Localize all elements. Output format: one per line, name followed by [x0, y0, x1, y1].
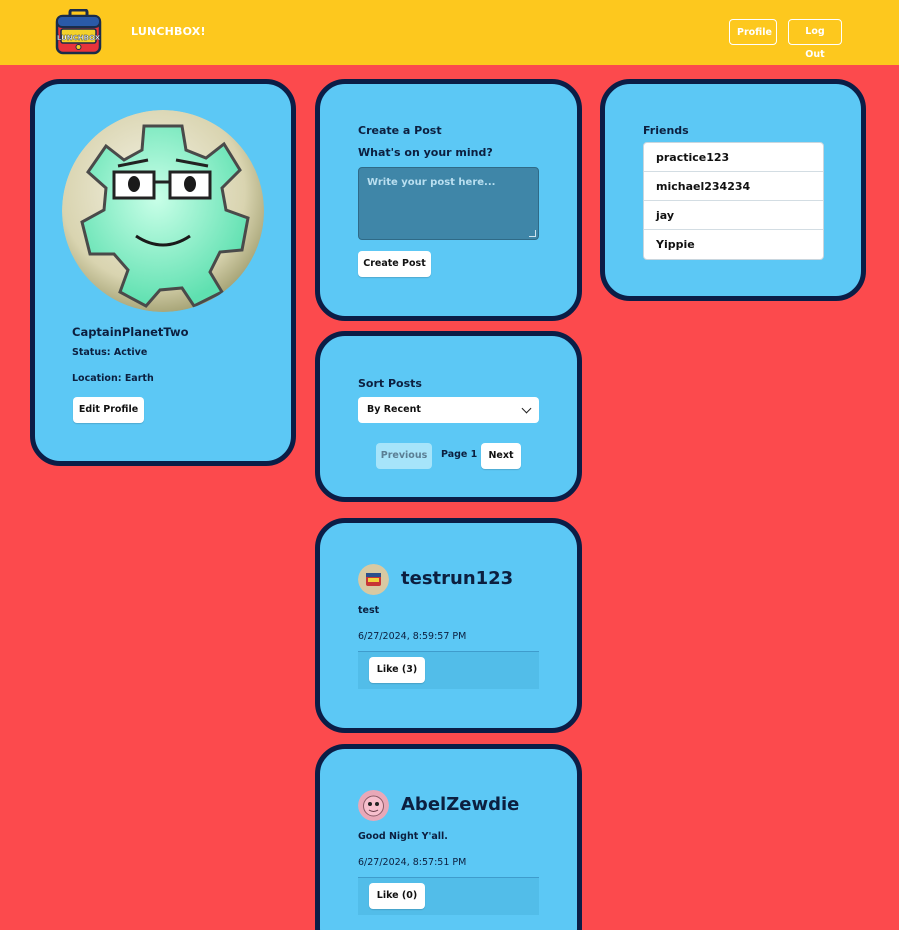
logout-button[interactable]: Log Out [788, 19, 842, 60]
edit-profile-button[interactable]: Edit Profile [73, 397, 144, 423]
friends-title: Friends [643, 124, 689, 137]
sort-select-value: By Recent [367, 404, 421, 415]
lunchbox-logo[interactable]: LUNCHBOX [55, 8, 102, 55]
profile-avatar [62, 110, 264, 312]
sort-select[interactable]: By Recent [358, 397, 539, 423]
next-page-button[interactable]: Next [481, 443, 521, 469]
post-timestamp: 6/27/2024, 8:57:51 PM [358, 857, 467, 868]
profile-button[interactable]: Profile [729, 19, 777, 45]
sort-posts-title: Sort Posts [358, 377, 422, 390]
post-card: testrun123 test 6/27/2024, 8:59:57 PM Li… [315, 518, 582, 733]
sort-posts-card: Sort Posts By Recent Previous Page 1 Nex… [315, 331, 582, 502]
post-avatar[interactable] [358, 564, 389, 595]
profile-card: CaptainPlanetTwo Status: Active Location… [30, 79, 296, 466]
like-button[interactable]: Like (0) [369, 883, 425, 909]
logo-text: LUNCHBOX [57, 34, 101, 42]
post-body: Good Night Y'all. [358, 831, 448, 842]
post-card: AbelZewdie Good Night Y'all. 6/27/2024, … [315, 744, 582, 930]
like-button[interactable]: Like (3) [369, 657, 425, 683]
friends-list: practice123 michael234234 jay Yippie [643, 142, 824, 260]
post-avatar[interactable] [358, 790, 389, 821]
friend-item[interactable]: practice123 [644, 143, 823, 172]
post-actions: Like (0) [358, 877, 539, 915]
profile-status: Status: Active [72, 347, 148, 358]
top-navbar: LUNCHBOX LUNCHBOX! Profile Log Out [0, 0, 899, 65]
friend-item[interactable]: michael234234 [644, 172, 823, 201]
profile-location: Location: Earth [72, 373, 154, 384]
profile-username: CaptainPlanetTwo [72, 325, 189, 339]
create-post-button[interactable]: Create Post [358, 251, 431, 277]
brand-name[interactable]: LUNCHBOX! [131, 25, 206, 38]
post-body: test [358, 605, 380, 616]
resize-handle[interactable] [529, 230, 536, 237]
post-timestamp: 6/27/2024, 8:59:57 PM [358, 631, 467, 642]
post-actions: Like (3) [358, 651, 539, 689]
post-username[interactable]: testrun123 [401, 568, 513, 589]
create-post-title: Create a Post [358, 124, 442, 137]
post-textarea-placeholder: Write your post here... [367, 177, 496, 188]
friend-item[interactable]: jay [644, 201, 823, 230]
create-post-card: Create a Post What's on your mind? Write… [315, 79, 582, 321]
friend-item[interactable]: Yippie [644, 230, 823, 259]
page-indicator: Page 1 [441, 449, 478, 460]
post-textarea[interactable]: Write your post here... [358, 167, 539, 240]
chevron-down-icon [521, 403, 532, 414]
post-username[interactable]: AbelZewdie [401, 794, 519, 815]
previous-page-button[interactable]: Previous [376, 443, 432, 469]
friends-card: Friends practice123 michael234234 jay Yi… [600, 79, 866, 301]
create-post-prompt: What's on your mind? [358, 146, 493, 159]
